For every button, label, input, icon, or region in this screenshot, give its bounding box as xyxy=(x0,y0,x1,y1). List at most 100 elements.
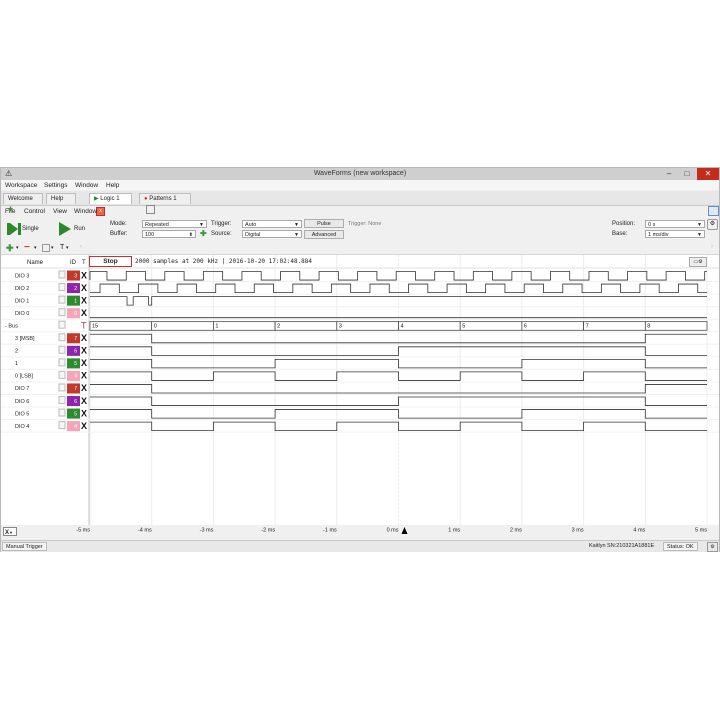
pulse-button[interactable]: Pulse xyxy=(304,219,344,228)
bus-segment xyxy=(644,321,708,331)
menu-control[interactable]: Control xyxy=(24,208,45,215)
base-value: 1 ms/div xyxy=(648,232,669,238)
channel-name[interactable]: DIO 2 xyxy=(15,286,29,292)
trigger-setting[interactable]: X xyxy=(81,346,87,356)
trigger-setting[interactable]: X xyxy=(81,421,87,431)
status-ok: Status: OK xyxy=(663,542,698,551)
run-button[interactable]: Run xyxy=(57,219,97,239)
logic-plot-area[interactable]: Name ID T DIO 3 3 X DIO 2 2 X DIO 1 1 X DIO 00X- Bus… xyxy=(1,254,719,526)
manual-trigger-button[interactable]: Manual Trigger xyxy=(2,542,47,551)
channel-edit-icon[interactable] xyxy=(58,421,66,430)
trigger-setting[interactable]: X xyxy=(81,383,87,393)
dock-icon[interactable] xyxy=(708,206,719,216)
channel-name[interactable]: DIO 0 xyxy=(15,311,29,317)
position-field[interactable]: 0 s ▼ xyxy=(645,220,705,228)
channel-edit-icon[interactable] xyxy=(58,320,66,329)
settings-icon[interactable]: ⚙ xyxy=(707,219,718,230)
device-info: Kaitlyn SN:210321A1881E xyxy=(589,543,655,549)
channel-edit-icon[interactable] xyxy=(58,345,66,354)
close-button[interactable]: ✕ xyxy=(697,168,719,180)
base-select[interactable]: 1 ms/div ▼ xyxy=(645,230,705,238)
menu-workspace[interactable]: Workspace xyxy=(5,182,37,189)
menu-settings[interactable]: Settings xyxy=(44,182,68,189)
maximize-button[interactable]: □ xyxy=(678,168,696,180)
channel-name[interactable]: 3 [MSB] xyxy=(15,336,35,342)
channel-name[interactable]: 0 [LSB] xyxy=(15,374,34,380)
minimize-button[interactable]: – xyxy=(660,168,678,180)
channel-name[interactable]: 2 xyxy=(15,349,18,355)
trigger-setting[interactable]: X xyxy=(81,308,87,318)
window-title: WaveForms (new workspace) xyxy=(313,170,407,177)
channel-name[interactable]: DIO 3 xyxy=(15,273,29,279)
trigger-setting[interactable]: X xyxy=(81,295,87,305)
channel-name[interactable]: DIO 4 xyxy=(15,424,29,430)
tab-patterns[interactable]: ● Patterns 1 xyxy=(139,193,191,214)
channel-name[interactable]: DIO 1 xyxy=(15,298,29,304)
dropdown-arrow-icon[interactable]: ▾ xyxy=(34,245,37,251)
trigger-setting[interactable]: X xyxy=(81,408,87,418)
mode-select[interactable]: Repeated ▼ xyxy=(142,220,207,228)
tab-logic[interactable]: ▶ Logic 1 x xyxy=(89,193,132,216)
stop-button[interactable]: Stop xyxy=(89,256,132,267)
trigger-column-icon[interactable]: T xyxy=(60,244,64,251)
plot-canvas[interactable]: Name ID TDIO 3 3 XDIO 2 2 XDIO 1 1 XDIO 0 0 X- Bus… xyxy=(1,255,719,526)
channel-edit-icon[interactable] xyxy=(58,283,66,292)
channel-edit-icon[interactable] xyxy=(58,308,66,317)
tab-help[interactable]: Help xyxy=(46,193,76,204)
dropdown-arrow-icon[interactable]: ▾ xyxy=(51,245,54,251)
channel-edit-icon[interactable] xyxy=(58,383,66,392)
help-icon[interactable]: ⚙ xyxy=(707,542,718,552)
position-label: Position: xyxy=(612,221,636,227)
trigger-position-marker-icon[interactable] xyxy=(401,527,408,534)
menu-view[interactable]: View xyxy=(53,208,67,215)
trigger-setting[interactable]: X xyxy=(81,270,87,280)
menu-window[interactable]: Window xyxy=(75,182,98,189)
channel-name[interactable]: DIO 5 xyxy=(15,411,29,417)
channel-edit-icon[interactable] xyxy=(58,358,66,367)
trigger-select[interactable]: Auto ▼ xyxy=(242,220,302,228)
channel-edit-icon[interactable] xyxy=(58,295,66,304)
channel-edit-icon[interactable] xyxy=(58,396,66,404)
buffer-field[interactable]: 100 ⬍ xyxy=(142,230,196,238)
advanced-button[interactable]: Advanced xyxy=(304,230,344,239)
channel-edit-icon[interactable] xyxy=(58,370,66,379)
channel-name[interactable]: DIO 7 xyxy=(15,386,29,392)
add-channel-icon[interactable]: ✚ xyxy=(6,243,14,254)
expand-icon[interactable]: › xyxy=(711,244,713,250)
trigger-setting[interactable]: X xyxy=(81,333,87,343)
menu-help[interactable]: Help xyxy=(106,182,119,189)
remove-channel-icon[interactable]: − xyxy=(24,242,30,253)
channel-name[interactable]: - Bus xyxy=(5,323,18,329)
trigger-setting[interactable]: X xyxy=(81,371,87,381)
source-select[interactable]: Digital ▼ xyxy=(242,230,302,238)
menu-window-sub[interactable]: Window xyxy=(74,208,97,215)
patterns-record-icon: ● xyxy=(144,196,148,202)
channel-name[interactable]: DIO 6 xyxy=(15,399,29,405)
channel-name[interactable]: 1 xyxy=(15,361,18,367)
display-options-icon[interactable]: ▭⚙ xyxy=(689,257,707,267)
trigger-setting[interactable]: X xyxy=(81,396,87,406)
add-green-icon[interactable]: ✚ xyxy=(200,229,207,238)
tab-welcome[interactable]: Welcome ✚ xyxy=(3,193,43,213)
spinner-icon[interactable]: ⬍ xyxy=(189,231,193,239)
trigger-setting[interactable]: X xyxy=(81,358,87,368)
edit-channel-icon[interactable] xyxy=(42,244,50,252)
channel-id: 7 xyxy=(74,386,77,392)
mode-label: Mode: xyxy=(110,221,127,227)
trigger-setting[interactable]: X xyxy=(81,283,87,293)
dropdown-arrow-icon[interactable]: ▾ xyxy=(66,245,69,251)
tab-logic-label: Logic 1 xyxy=(100,196,120,202)
dropdown-arrow-icon[interactable]: ▾ xyxy=(16,245,19,251)
collapse-icon[interactable]: ‹ xyxy=(80,244,82,250)
time-tick-label: -5 ms xyxy=(76,528,90,534)
single-button[interactable]: Single xyxy=(5,219,47,239)
trigger-setting[interactable]: T xyxy=(81,320,87,330)
time-tick-label: 0 ms xyxy=(387,528,399,534)
channel-edit-icon[interactable] xyxy=(58,270,66,279)
bus-value: 0 xyxy=(154,323,157,329)
channel-edit-icon[interactable] xyxy=(58,333,66,342)
menu-file[interactable]: File xyxy=(5,208,15,215)
bus-segment xyxy=(213,321,276,331)
channel-edit-icon[interactable] xyxy=(58,408,66,417)
time-axis: -5 ms -4 ms -3 ms -2 ms -1 ms 0 ms 1 ms 2 ms 3 m… xyxy=(76,527,707,534)
